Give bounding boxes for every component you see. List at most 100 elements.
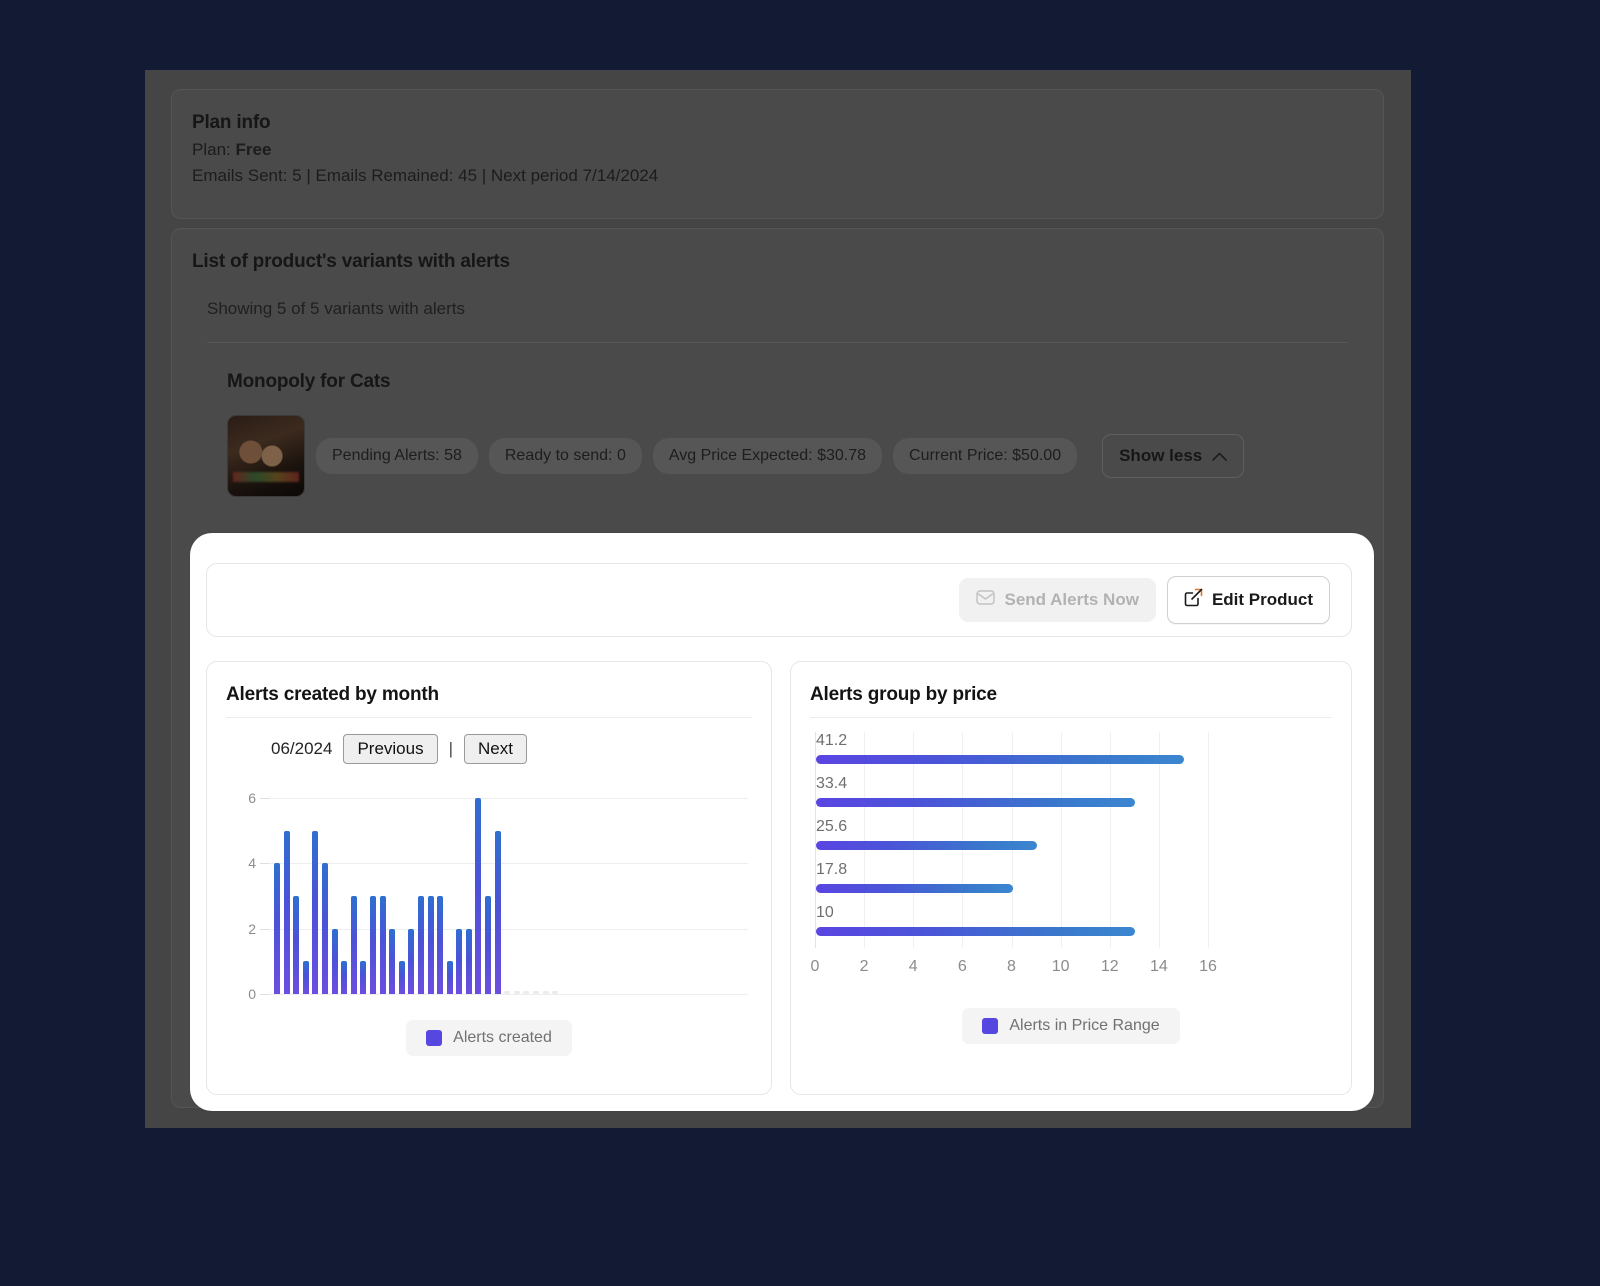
- send-alerts-now-button[interactable]: Send Alerts Now: [959, 578, 1156, 622]
- x-axis-tick-label: 2: [859, 958, 869, 975]
- bar[interactable]: [816, 755, 1185, 764]
- bar[interactable]: [513, 991, 520, 994]
- alerts-by-price-legend: Alerts in Price Range: [810, 1008, 1332, 1044]
- bar[interactable]: [341, 961, 348, 994]
- alerts-by-month-plot: 0 2 4 6: [226, 782, 752, 1002]
- y-axis-tick-label: 6: [248, 790, 256, 806]
- bar[interactable]: [816, 927, 1136, 936]
- bar[interactable]: [302, 961, 309, 994]
- nav-separator: |: [448, 739, 454, 758]
- current-month-label: 06/2024: [271, 739, 333, 758]
- action-bar: Send Alerts Now Edit Product: [206, 563, 1352, 637]
- envelope-icon: [976, 590, 996, 610]
- bar[interactable]: [475, 798, 482, 994]
- variant-summary-row: Pending Alerts: 58 Ready to send: 0 Avg …: [227, 415, 1363, 497]
- plan-label: Plan:: [192, 140, 231, 159]
- bar[interactable]: [274, 863, 280, 994]
- y-axis-tick: [260, 798, 269, 799]
- alerts-by-price-chart-card: Alerts group by price 0 2 4 6 8 10 12 14 16 41.2 3…: [790, 661, 1352, 1095]
- month-navigation: 06/2024 Previous | Next: [271, 734, 752, 764]
- alerts-by-price-title: Alerts group by price: [810, 684, 1332, 718]
- bar[interactable]: [321, 863, 328, 994]
- bar[interactable]: [465, 928, 472, 994]
- bar[interactable]: [494, 830, 501, 994]
- bar[interactable]: [446, 961, 453, 994]
- variants-title: List of product's variants with alerts: [192, 251, 510, 272]
- y-axis-tick: [260, 994, 269, 995]
- bar[interactable]: [312, 830, 319, 994]
- plan-info-card: Plan info Plan: Free Emails Sent: 5 | Em…: [171, 89, 1384, 219]
- product-thumbnail[interactable]: [227, 415, 305, 497]
- bar[interactable]: [552, 991, 559, 994]
- edit-product-label: Edit Product: [1211, 590, 1313, 609]
- bar[interactable]: [389, 928, 396, 994]
- plan-value-line: Plan: Free: [192, 140, 1363, 160]
- plan-info-title: Plan info: [192, 112, 271, 133]
- bar[interactable]: [816, 884, 1013, 893]
- bar[interactable]: [408, 928, 415, 994]
- x-axis-tick-label: 12: [1100, 958, 1119, 975]
- previous-month-button[interactable]: Previous: [343, 734, 438, 764]
- bar[interactable]: [485, 896, 492, 994]
- y-axis-tick-label: 0: [248, 986, 256, 1002]
- badge-ready-to-send: Ready to send: 0: [488, 438, 642, 474]
- bar-row: 10: [816, 904, 1332, 936]
- bar[interactable]: [369, 896, 376, 994]
- bar-series: [274, 798, 748, 994]
- category-label: 25.6: [816, 818, 848, 835]
- bar[interactable]: [360, 961, 367, 994]
- bar[interactable]: [523, 991, 530, 994]
- x-axis-tick-label: 0: [810, 958, 820, 975]
- next-month-button[interactable]: Next: [464, 734, 527, 764]
- alerts-by-month-legend: Alerts created: [226, 1020, 752, 1056]
- bar[interactable]: [283, 830, 290, 994]
- bar[interactable]: [533, 991, 540, 994]
- bar[interactable]: [293, 896, 300, 994]
- edit-product-button[interactable]: Edit Product: [1166, 576, 1330, 624]
- badge-avg-price-expected: Avg Price Expected: $30.78: [652, 438, 883, 474]
- chevron-up-icon: [1212, 446, 1228, 466]
- x-axis-tick-label: 6: [957, 958, 967, 975]
- bar-row: 25.6: [816, 818, 1332, 850]
- bar[interactable]: [437, 896, 444, 994]
- legend-label: Alerts created: [453, 1029, 552, 1046]
- show-less-button[interactable]: Show less: [1102, 434, 1245, 478]
- bar[interactable]: [350, 896, 357, 994]
- bar[interactable]: [504, 991, 511, 994]
- legend-item-alerts-in-price-range[interactable]: Alerts in Price Range: [962, 1008, 1180, 1044]
- bar[interactable]: [542, 991, 549, 994]
- x-axis-tick-label: 10: [1051, 958, 1070, 975]
- y-axis-tick: [260, 863, 269, 865]
- y-axis-tick: [260, 928, 269, 930]
- x-axis-tick-label: 4: [908, 958, 918, 975]
- alerts-by-price-plot: 0 2 4 6 8 10 12 14 16 41.2 33.4 25.6 17.8 10: [810, 732, 1332, 982]
- alerts-by-month-title: Alerts created by month: [226, 684, 752, 718]
- bar[interactable]: [456, 928, 463, 994]
- plan-usage-line: Emails Sent: 5 | Emails Remained: 45 | N…: [192, 166, 659, 185]
- x-axis-tick-label: 16: [1199, 958, 1217, 975]
- legend-label: Alerts in Price Range: [1009, 1017, 1160, 1034]
- category-label: 41.2: [816, 732, 848, 749]
- bar[interactable]: [816, 841, 1038, 850]
- bar[interactable]: [417, 896, 424, 994]
- alerts-by-month-chart-card: Alerts created by month 06/2024 Previous…: [206, 661, 772, 1095]
- y-axis-tick-label: 4: [248, 855, 256, 872]
- badge-current-price: Current Price: $50.00: [893, 438, 1078, 474]
- show-less-label: Show less: [1119, 446, 1203, 465]
- bar-row: 41.2: [816, 732, 1332, 764]
- badge-pending-alerts: Pending Alerts: 58: [316, 438, 478, 474]
- bar[interactable]: [331, 928, 338, 994]
- category-label: 10: [816, 904, 834, 921]
- x-axis-tick-label: 8: [1007, 958, 1016, 975]
- bar[interactable]: [398, 961, 405, 994]
- bar[interactable]: [816, 798, 1136, 807]
- bar[interactable]: [379, 896, 386, 994]
- bar-row: 33.4: [816, 775, 1332, 807]
- category-label: 17.8: [816, 861, 848, 878]
- legend-swatch-icon: [982, 1018, 999, 1034]
- category-label: 33.4: [816, 775, 848, 792]
- bar[interactable]: [427, 896, 434, 994]
- variants-divider: [207, 342, 1348, 343]
- x-axis-labels: 0 2 4 6 8 10 12 14 16: [810, 958, 1332, 982]
- legend-item-alerts-created[interactable]: Alerts created: [406, 1020, 572, 1056]
